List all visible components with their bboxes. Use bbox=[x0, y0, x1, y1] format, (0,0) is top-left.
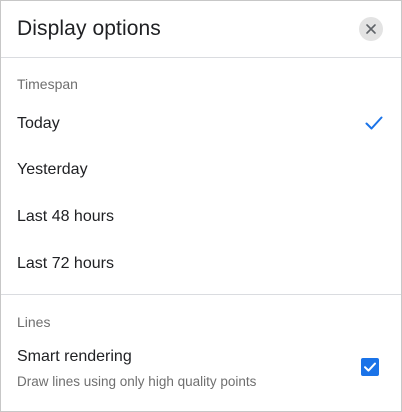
section-divider bbox=[1, 294, 401, 295]
timespan-option-last-48-hours[interactable]: Last 48 hours bbox=[1, 194, 401, 240]
smart-rendering-setting[interactable]: Smart rendering Draw lines using only hi… bbox=[1, 339, 401, 399]
dialog-header: Display options bbox=[1, 1, 401, 58]
smart-rendering-checkbox[interactable] bbox=[361, 358, 379, 376]
option-label: Today bbox=[17, 115, 60, 132]
timespan-section-label: Timespan bbox=[17, 76, 78, 92]
close-button[interactable] bbox=[359, 17, 383, 41]
smart-rendering-description: Draw lines using only high quality point… bbox=[17, 374, 257, 389]
close-icon bbox=[366, 24, 376, 34]
option-label: Yesterday bbox=[17, 161, 88, 178]
timespan-option-today[interactable]: Today bbox=[1, 101, 401, 147]
dialog-title: Display options bbox=[17, 17, 161, 40]
option-label: Last 72 hours bbox=[17, 255, 114, 272]
timespan-option-last-72-hours[interactable]: Last 72 hours bbox=[1, 241, 401, 287]
lines-section-label: Lines bbox=[17, 314, 51, 330]
smart-rendering-title: Smart rendering bbox=[17, 348, 132, 365]
option-label: Last 48 hours bbox=[17, 208, 114, 225]
checkmark-icon bbox=[364, 362, 376, 372]
check-icon bbox=[365, 116, 383, 130]
display-options-dialog: Display options Timespan Today Yesterday… bbox=[0, 0, 402, 412]
timespan-option-yesterday[interactable]: Yesterday bbox=[1, 147, 401, 193]
